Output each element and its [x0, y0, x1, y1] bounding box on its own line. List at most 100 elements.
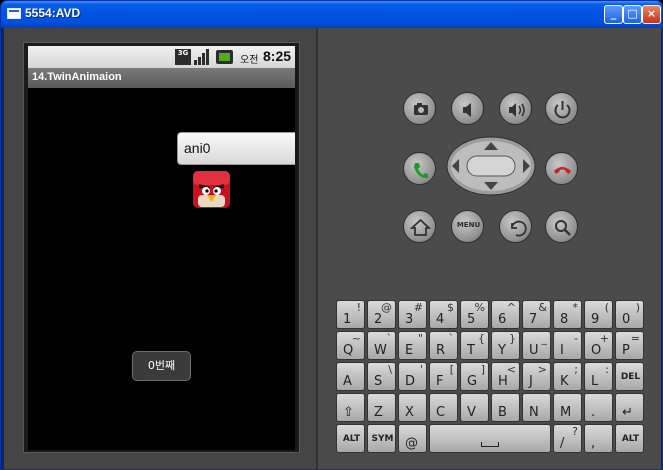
key-row4-9[interactable]: ↵	[615, 393, 644, 422]
volume-down-button[interactable]	[451, 92, 484, 125]
status-bar: 3G 오전 8:25	[28, 46, 295, 68]
call-icon	[414, 163, 428, 179]
camera-button[interactable]	[403, 92, 436, 125]
title-bar[interactable]: 5554:AVD _ □ ×	[1, 1, 662, 28]
key-label: Q	[343, 343, 354, 358]
key-row3-6[interactable]: J >	[522, 362, 551, 391]
key-row3-8[interactable]: L:	[584, 362, 613, 391]
close-button[interactable]: ×	[642, 5, 661, 24]
key-label: P	[622, 343, 630, 358]
minimize-button[interactable]: _	[604, 5, 623, 24]
key-row3-5[interactable]: H <	[491, 362, 520, 391]
key-alt-label: ?	[572, 425, 578, 438]
key-row2-8[interactable]: O +	[584, 331, 613, 360]
key-row4-0[interactable]: ⇧	[336, 393, 365, 422]
key-row1-7[interactable]: 8 *	[553, 300, 582, 329]
key-row4-6[interactable]: N	[522, 393, 551, 422]
key-row1-4[interactable]: 5%	[460, 300, 489, 329]
volume-up-button[interactable]	[499, 92, 532, 125]
key-row4-4[interactable]: V	[460, 393, 489, 422]
home-button[interactable]	[403, 210, 436, 243]
emulator-window: 5554:AVD _ □ × 3G 오전 8:25 14.TwinAnimaio…	[0, 0, 663, 470]
key-alt-label: %	[474, 301, 485, 314]
key-row1-5[interactable]: 6 ^	[491, 300, 520, 329]
toast-message: 0번째	[132, 351, 191, 381]
key-alt-label: `	[448, 332, 455, 345]
key-label: N	[529, 405, 539, 420]
battery-icon	[216, 50, 233, 64]
key-label: O	[591, 343, 602, 358]
key-row1-8[interactable]: 9(	[584, 300, 613, 329]
key-row4-3[interactable]: C	[429, 393, 458, 422]
key-row1-0[interactable]: 1!	[336, 300, 365, 329]
key-row1-6[interactable]: 7 &	[522, 300, 551, 329]
at-key[interactable]: @	[398, 424, 427, 453]
key-alt-label: {	[478, 332, 485, 345]
key-row2-6[interactable]: U _	[522, 331, 551, 360]
key-row2-7[interactable]: I-	[553, 331, 582, 360]
key-row3-0[interactable]: A	[336, 362, 365, 391]
key-label: X	[405, 405, 414, 420]
back-button[interactable]	[499, 210, 532, 243]
key-row3-4[interactable]: G]	[460, 362, 489, 391]
key-row1-3[interactable]: 4 $	[429, 300, 458, 329]
search-button[interactable]	[545, 210, 578, 243]
alt-right-key[interactable]: ALT	[615, 424, 644, 453]
key-row2-2[interactable]: E "	[398, 331, 427, 360]
key-row4-2[interactable]: X	[398, 393, 427, 422]
key-label: SYM	[371, 434, 394, 444]
key-alt-label: ]	[480, 363, 485, 376]
power-icon	[554, 101, 571, 119]
key-alt-label: `	[386, 332, 393, 345]
key-row4-7[interactable]: M	[553, 393, 582, 422]
key-row2-4[interactable]: T{	[460, 331, 489, 360]
key-label: ALT	[621, 434, 640, 444]
key-row4-8[interactable]: .	[584, 393, 613, 422]
key-row3-9[interactable]: DEL	[615, 362, 644, 391]
ampm-label: 오전	[240, 55, 259, 66]
key-alt-label: \	[388, 363, 392, 376]
key-row1-1[interactable]: 2 @	[367, 300, 396, 329]
key-row2-9[interactable]: P =	[615, 331, 644, 360]
end-call-button[interactable]	[545, 152, 578, 185]
key-label: 7	[529, 312, 538, 327]
key-row2-1[interactable]: W `	[367, 331, 396, 360]
key-row2-0[interactable]: Q ~	[336, 331, 365, 360]
sym-key[interactable]: SYM	[367, 424, 396, 453]
back-icon	[511, 220, 527, 237]
device-screen[interactable]: 3G 오전 8:25 14.TwinAnimaion ani0 0번째	[28, 46, 295, 450]
space-key[interactable]	[429, 424, 551, 453]
menu-button[interactable]: MENU	[451, 210, 484, 243]
key-row4-5[interactable]: B	[491, 393, 520, 422]
key-row1-2[interactable]: 3 #	[398, 300, 427, 329]
ani-button[interactable]: ani0	[177, 132, 295, 165]
alt-left-key[interactable]: ALT	[336, 424, 365, 453]
dpad[interactable]	[446, 136, 536, 196]
key-row2-3[interactable]: R `	[429, 331, 458, 360]
key-label: C	[436, 405, 446, 420]
key-label: A	[343, 374, 352, 389]
key-row2-5[interactable]: Y}	[491, 331, 520, 360]
key-row3-2[interactable]: D '	[398, 362, 427, 391]
key-row4-1[interactable]: Z	[367, 393, 396, 422]
maximize-button[interactable]: □	[623, 5, 642, 24]
power-button[interactable]	[545, 92, 578, 125]
device-panel: 3G 오전 8:25 14.TwinAnimaion ani0 0번째	[4, 28, 316, 469]
key-label: 9	[591, 312, 600, 327]
key-label: M	[560, 405, 572, 420]
comma-key[interactable]: ,	[584, 424, 613, 453]
key-row3-7[interactable]: K;	[553, 362, 582, 391]
key-alt-label: @	[381, 301, 392, 314]
key-label: S	[374, 374, 383, 389]
key-row1-9[interactable]: 0)	[615, 300, 644, 329]
slash-key[interactable]: /?	[553, 424, 582, 453]
key-alt-label: :	[605, 363, 609, 376]
key-alt-label: "	[417, 332, 423, 345]
key-row3-3[interactable]: F[	[429, 362, 458, 391]
key-row3-1[interactable]: S \	[367, 362, 396, 391]
key-label: Y	[498, 343, 506, 358]
call-button[interactable]	[403, 152, 436, 185]
network-3g-icon: 3G	[175, 49, 191, 65]
key-alt-label: *	[572, 301, 579, 314]
key-label: T	[467, 343, 475, 358]
